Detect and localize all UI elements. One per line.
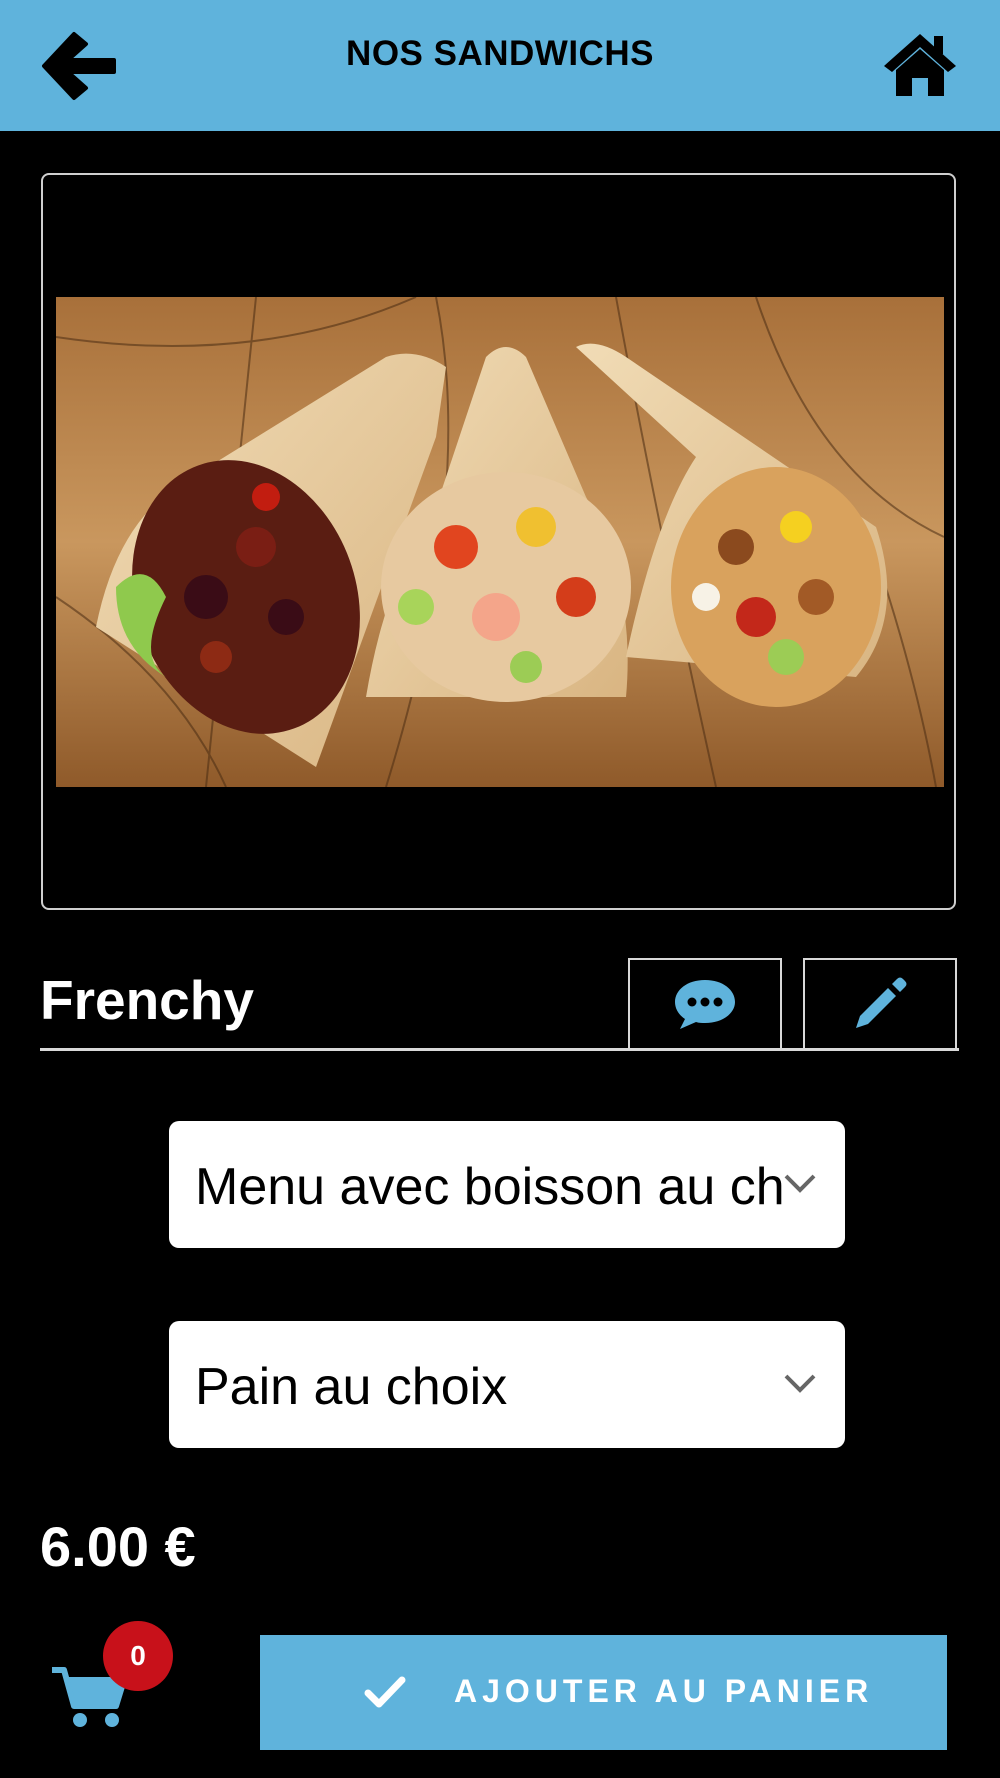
menu-select[interactable]: Menu avec boisson au ch (169, 1121, 845, 1248)
home-button[interactable] (882, 30, 958, 100)
comment-button[interactable] (628, 958, 782, 1048)
page-title: NOS SANDWICHS (346, 34, 654, 73)
add-to-cart-button[interactable]: AJOUTER AU PANIER (260, 1635, 947, 1750)
product-name: Frenchy (40, 969, 254, 1031)
divider (40, 1048, 959, 1051)
app-header: NOS SANDWICHS (0, 0, 1000, 131)
edit-button[interactable] (803, 958, 957, 1048)
add-to-cart-label: AJOUTER AU PANIER (454, 1673, 874, 1709)
home-icon (884, 34, 956, 96)
chevron-down-icon (784, 1174, 816, 1193)
pencil-icon (856, 977, 907, 1028)
bread-select-value: Pain au choix (195, 1358, 508, 1416)
comment-icon (675, 980, 735, 1029)
check-icon (364, 1676, 406, 1708)
product-image (56, 297, 944, 787)
cart-count-badge: 0 (103, 1621, 173, 1691)
chevron-down-icon (784, 1374, 816, 1393)
menu-select-value: Menu avec boisson au ch (195, 1158, 785, 1216)
product-price: 6.00 € (40, 1515, 196, 1578)
bread-select[interactable]: Pain au choix (169, 1321, 845, 1448)
